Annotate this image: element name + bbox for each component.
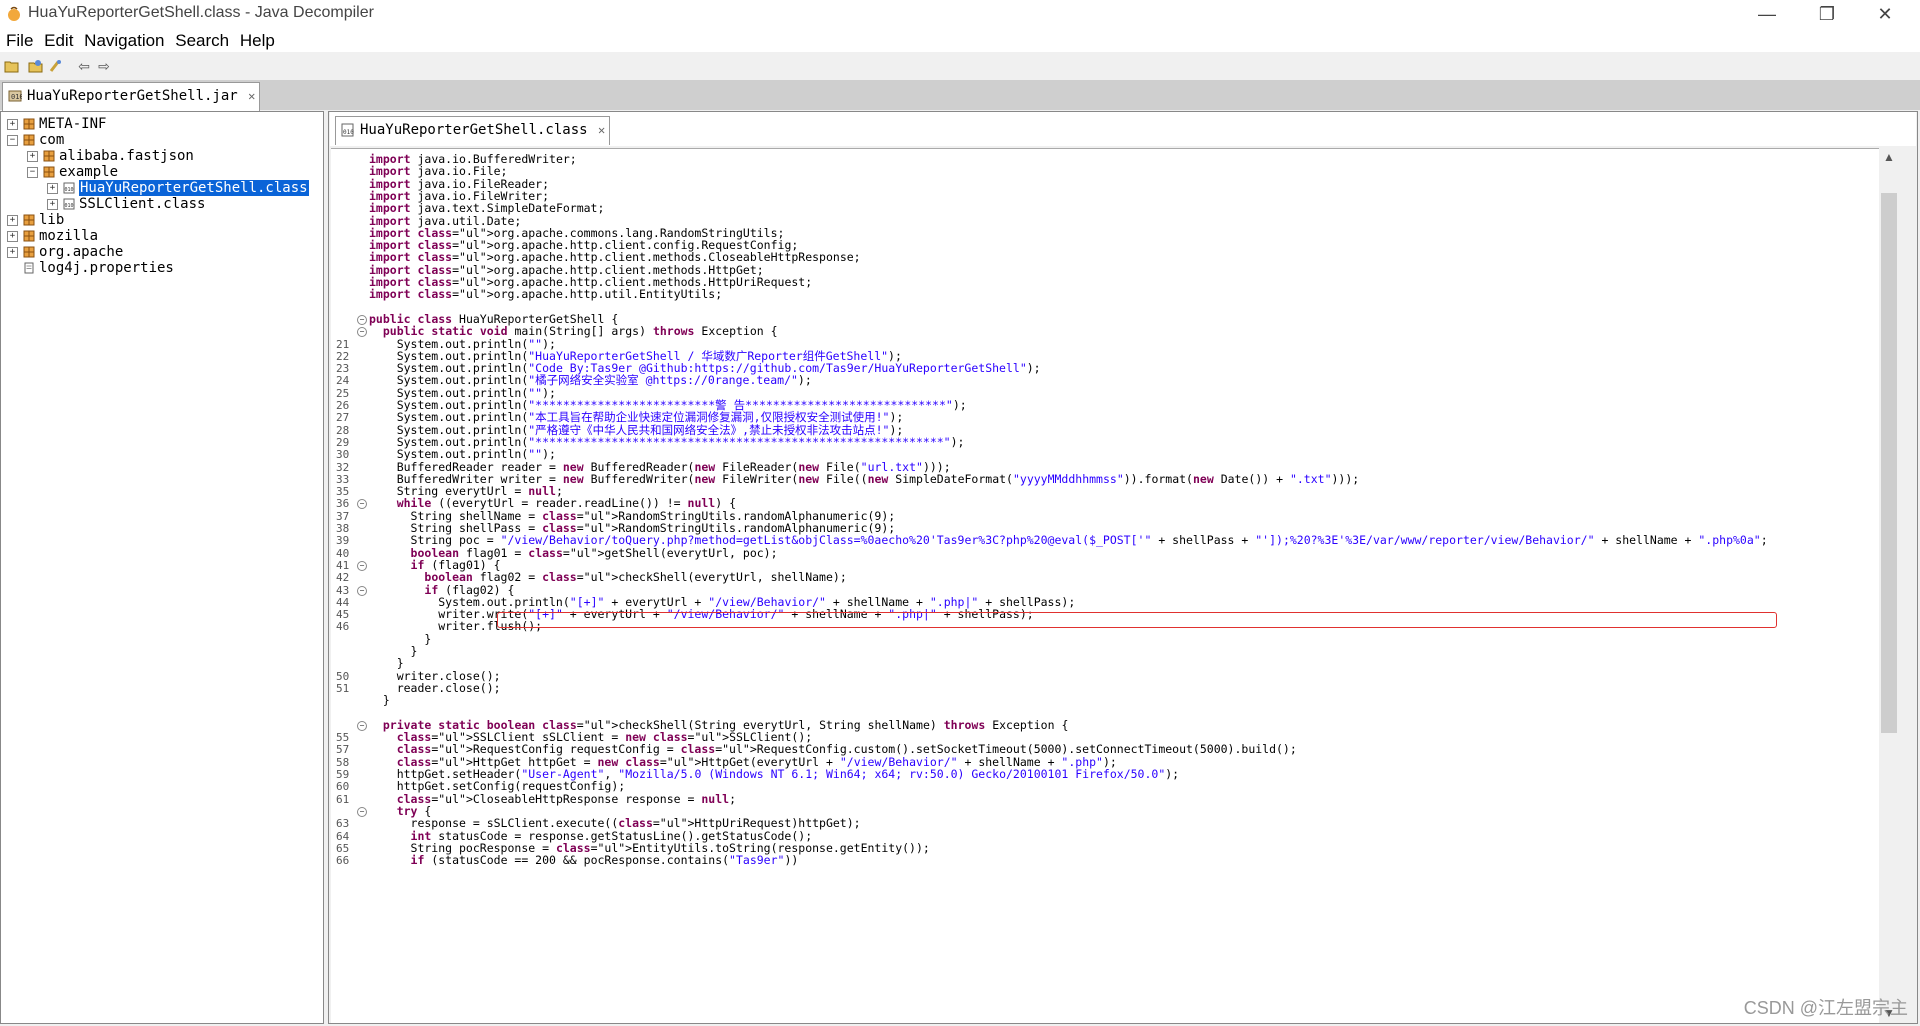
menu-help[interactable]: Help: [240, 30, 275, 52]
expand-icon[interactable]: +: [27, 151, 38, 162]
expand-icon[interactable]: +: [7, 247, 18, 258]
tab-jar[interactable]: 010 HuaYuReporterGetShell.jar ✕: [2, 82, 261, 111]
tree-item-label: com: [39, 132, 65, 148]
menu-navigation[interactable]: Navigation: [84, 30, 164, 52]
editor-tab-bar: 010 HuaYuReporterGetShell.class ✕: [330, 112, 1916, 146]
collapse-icon[interactable]: −: [27, 167, 38, 178]
svg-text:010: 010: [65, 203, 74, 209]
tree-item-label: mozilla: [39, 228, 99, 244]
expand-icon[interactable]: +: [47, 183, 58, 194]
expand-icon[interactable]: +: [7, 119, 18, 130]
close-button[interactable]: ✕: [1862, 0, 1908, 30]
menu-edit[interactable]: Edit: [44, 30, 73, 52]
tree-item-label: example: [59, 164, 119, 180]
package-icon: [23, 118, 35, 130]
menu-file[interactable]: File: [6, 30, 33, 52]
scroll-up-icon[interactable]: ▲: [1879, 148, 1899, 166]
tree-item-label: lib: [39, 212, 65, 228]
poc-highlight-box: [497, 612, 1777, 628]
tree-item-label: HuaYuReporterGetShell.class: [79, 180, 309, 196]
tab-class-label: HuaYuReporterGetShell.class: [360, 122, 588, 138]
title-bar: HuaYuReporterGetShell.class - Java Decom…: [0, 0, 1920, 30]
menu-search[interactable]: Search: [175, 30, 229, 52]
class-file-icon: 010: [341, 123, 354, 137]
restore-button[interactable]: ❐: [1804, 0, 1850, 30]
tree-item-label: SSLClient.class: [79, 196, 206, 212]
menu-bar: File Edit Navigation Search Help: [0, 30, 1920, 52]
line-number: 66: [336, 854, 350, 868]
search-icon[interactable]: [48, 58, 64, 74]
open-type-icon[interactable]: [28, 58, 44, 74]
tree-item-label: log4j.properties: [39, 260, 174, 276]
app-icon: [8, 6, 20, 21]
jar-icon: 010: [8, 90, 22, 102]
svg-text:010: 010: [11, 93, 22, 101]
expand-icon[interactable]: +: [7, 215, 18, 226]
class-file-icon: 010: [63, 198, 75, 210]
scroll-thumb[interactable]: [1881, 193, 1897, 733]
jar-tab-bar: 010 HuaYuReporterGetShell.jar ✕: [0, 80, 1920, 111]
arrow-right-icon[interactable]: ⇨: [96, 58, 112, 74]
package-tree: + META-INF − com + alibaba.fastjson − example +0…: [0, 111, 324, 1024]
code-line: 66 if (statusCode == 200 && pocResponse.…: [331, 853, 1879, 868]
minimize-button[interactable]: —: [1744, 0, 1790, 30]
folder-open-icon[interactable]: [4, 58, 20, 74]
package-icon: [23, 246, 35, 258]
code-text: if (statusCode == 200 && pocResponse.con…: [410, 853, 799, 868]
close-icon[interactable]: ✕: [598, 123, 605, 137]
tree-item-label: META-INF: [39, 116, 107, 132]
class-file-icon: 010: [63, 182, 75, 194]
arrow-left-icon[interactable]: ⇦: [76, 58, 92, 74]
toolbar: ⇦ ⇨: [0, 54, 1920, 81]
close-icon[interactable]: ✕: [248, 89, 255, 103]
watermark: CSDN @江左盟宗主: [1743, 998, 1908, 1018]
package-icon: [23, 230, 35, 242]
collapse-icon[interactable]: −: [7, 135, 18, 146]
vertical-scrollbar[interactable]: ▲ ▼: [1879, 148, 1899, 1022]
package-icon: [23, 134, 35, 146]
code-editor[interactable]: import java.io.BufferedWriter; import jav…: [331, 148, 1879, 1023]
tab-jar-label: HuaYuReporterGetShell.jar: [27, 88, 238, 104]
package-icon: [23, 214, 35, 226]
window-title: HuaYuReporterGetShell.class - Java Decom…: [28, 4, 374, 21]
package-icon: [43, 150, 55, 162]
svg-text:010: 010: [65, 187, 74, 193]
tree-item-label: org.apache: [39, 244, 124, 260]
expand-icon[interactable]: +: [47, 199, 58, 210]
package-icon: [43, 166, 55, 178]
svg-text:010: 010: [343, 129, 354, 136]
expand-icon[interactable]: +: [7, 231, 18, 242]
file-icon: [24, 262, 34, 274]
tab-class[interactable]: 010 HuaYuReporterGetShell.class ✕: [335, 116, 611, 145]
tree-item-label: alibaba.fastjson: [59, 148, 194, 164]
